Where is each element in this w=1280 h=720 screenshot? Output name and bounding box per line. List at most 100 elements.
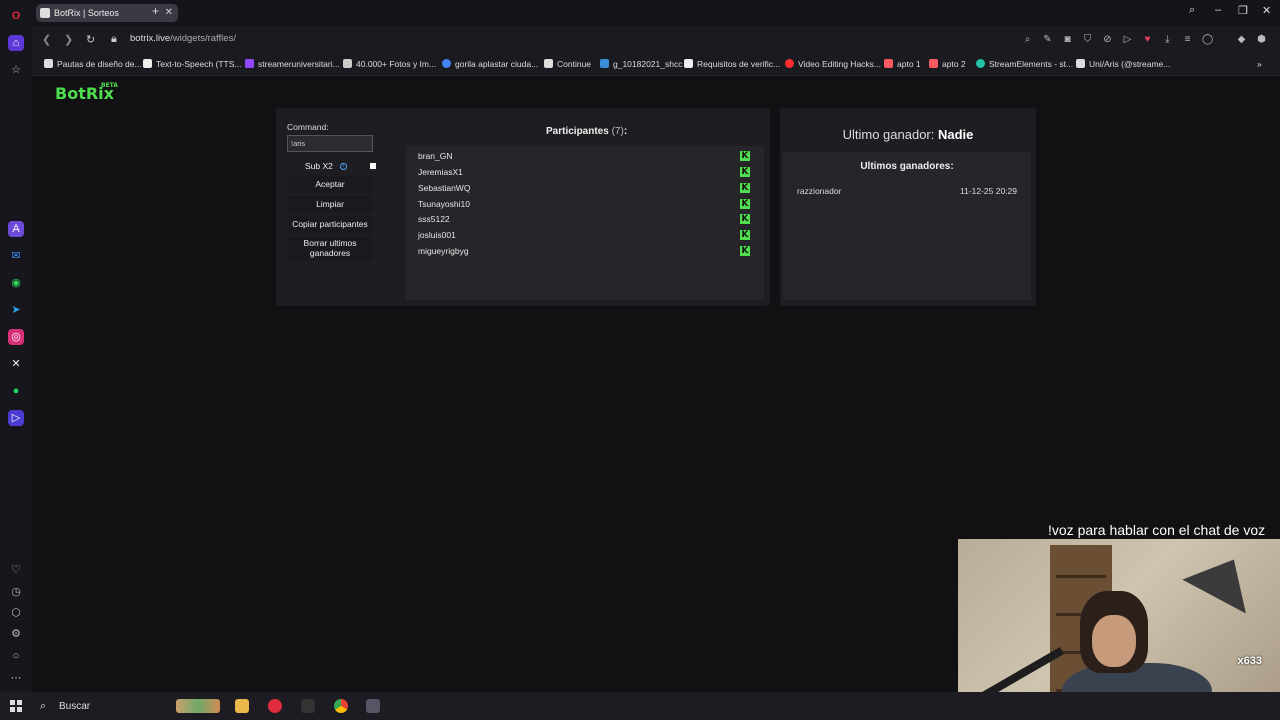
close-window-icon[interactable]: ✕	[1262, 4, 1271, 17]
telegram-icon[interactable]: ➤	[8, 302, 24, 318]
app-icon[interactable]	[301, 699, 315, 713]
wallet-icon[interactable]: ◆	[1236, 34, 1247, 45]
bookmark-item[interactable]: Text-to-Speech (TTS...	[143, 59, 242, 69]
tab-title: BotRix | Sorteos	[54, 8, 119, 18]
bookmark-item[interactable]: Pautas de diseño de...	[44, 59, 142, 69]
spotify-icon[interactable]: ●	[8, 383, 24, 399]
new-tab-button[interactable]: +	[152, 4, 159, 18]
play-icon[interactable]: ▷	[1122, 34, 1133, 45]
accept-button[interactable]: Aceptar	[287, 176, 373, 193]
participants-count: (7)	[611, 126, 624, 137]
search-icon[interactable]: ⌕	[1022, 34, 1033, 45]
airbnb-icon	[884, 59, 893, 68]
cube-icon[interactable]: ⬢	[1256, 34, 1267, 45]
vpn-icon[interactable]: ⊘	[1102, 34, 1113, 45]
winner-date: 11-12-25 20:29	[959, 186, 1017, 196]
settings-gear-icon[interactable]: ⚙	[8, 626, 24, 642]
participant-name: bran_GN	[418, 151, 453, 161]
copy-participants-button[interactable]: Copiar participantes	[287, 216, 373, 233]
url-host: botrix.live	[130, 33, 171, 44]
windows-start-icon[interactable]	[10, 700, 22, 712]
close-tab-icon[interactable]: ✕	[165, 4, 173, 22]
url-field[interactable]: botrix.live/widgets/raffles/	[130, 33, 236, 44]
opera-logo-icon[interactable]: O	[8, 8, 24, 24]
shield-icon[interactable]: ⛉	[1082, 34, 1093, 45]
document-icon	[544, 59, 553, 68]
emote-badge: x633	[1237, 655, 1262, 667]
star-icon[interactable]: ☆	[8, 62, 24, 78]
photos-icon	[343, 59, 352, 68]
taskbar-search[interactable]: Buscar	[59, 701, 90, 712]
participant-name: Tsunayoshi10	[418, 199, 470, 209]
bookmark-item[interactable]: apto 2	[929, 59, 966, 69]
x-twitter-icon[interactable]: ✕	[8, 356, 24, 372]
instagram-icon[interactable]: ◎	[8, 329, 24, 345]
beta-badge: BETA	[101, 82, 118, 89]
kick-icon: K	[740, 230, 750, 240]
participant-name: JeremiasX1	[418, 167, 463, 177]
lightbulb-icon[interactable]: ○	[8, 648, 24, 664]
participants-title: Participantes (7):	[546, 126, 628, 137]
reload-icon[interactable]: ↻	[86, 33, 95, 46]
botrix-logo[interactable]: BotRix BETA	[55, 82, 118, 103]
app-icon[interactable]	[366, 699, 380, 713]
heart-icon[interactable]: ♡	[8, 562, 24, 578]
heart-filled-icon[interactable]: ♥	[1142, 34, 1153, 45]
search-icon[interactable]: ⌕	[40, 700, 46, 713]
edit-icon[interactable]: ✎	[1042, 34, 1053, 45]
bookmark-item[interactable]: 40.000+ Fotos y Im...	[343, 59, 436, 69]
back-icon[interactable]: ❮	[42, 33, 51, 46]
info-icon[interactable]: i	[340, 163, 347, 170]
bookmark-item[interactable]: StreamElements - st...	[976, 59, 1073, 69]
bookmark-item[interactable]: g_10182021_shcc	[600, 59, 682, 69]
address-bar-row: ❮ ❯ ↻ 🔒︎ botrix.live/widgets/raffles/ ⌕ …	[32, 26, 1280, 54]
streamer-face	[1092, 615, 1136, 667]
home-icon[interactable]: ⌂	[8, 35, 24, 51]
delete-winners-button[interactable]: Borrar ultimos ganadores	[287, 237, 373, 261]
widget-image-icon[interactable]	[176, 699, 220, 713]
restore-icon[interactable]: ❐	[1238, 4, 1248, 17]
profile-icon[interactable]: ◯	[1202, 34, 1213, 45]
more-icon[interactable]: ⋯	[8, 670, 24, 686]
kick-icon: K	[740, 151, 750, 161]
clear-button[interactable]: Limpiar	[287, 196, 373, 213]
bookmark-item[interactable]: gorila aplastar ciuda...	[442, 59, 538, 69]
bookmarks-overflow-icon[interactable]: »	[1257, 59, 1262, 69]
bookmark-item[interactable]: Uni/Aris (@streame...	[1076, 59, 1170, 69]
opera-icon[interactable]	[268, 699, 282, 713]
youtube-icon	[785, 59, 794, 68]
whatsapp-icon[interactable]: ◉	[8, 275, 24, 291]
camera-icon[interactable]: ◙	[1062, 34, 1073, 45]
messenger-icon[interactable]: ✉	[8, 248, 24, 264]
tab-strip: BotRix | Sorteos ✕ + ⌕ – ❐ ✕	[32, 0, 1280, 26]
search-tabs-icon[interactable]: ⌕	[1189, 4, 1195, 17]
chrome-icon[interactable]	[334, 699, 348, 713]
participant-name: sss5122	[418, 214, 450, 224]
kick-icon: K	[740, 246, 750, 256]
document-icon	[44, 59, 53, 68]
extensions-icon[interactable]: ⬡	[8, 605, 24, 621]
bookmark-item[interactable]: Requisitos de verific...	[684, 59, 780, 69]
kick-icon: K	[740, 183, 750, 193]
command-input[interactable]	[287, 135, 373, 152]
download-icon[interactable]: ⤓	[1162, 34, 1173, 45]
bookmark-item[interactable]: Video Editing Hacks...	[785, 59, 881, 69]
minimize-icon[interactable]: –	[1215, 4, 1221, 16]
recent-winners-box: Ultimos ganadores: razzionador 11-12-25 …	[783, 152, 1031, 300]
bookmark-item[interactable]: Continue	[544, 59, 591, 69]
bookmark-item[interactable]: apto 1	[884, 59, 921, 69]
sub-x2-label: Sub X2	[305, 161, 333, 171]
url-path: /widgets/raffles/	[170, 33, 236, 44]
participant-name: SebastianWQ	[418, 183, 471, 193]
twitch-icon	[245, 59, 254, 68]
bookmark-item[interactable]: streameruniversitari...	[245, 59, 340, 69]
player-icon[interactable]: ▷	[8, 410, 24, 426]
aria-icon[interactable]: A	[8, 221, 24, 237]
history-icon[interactable]: ◷	[8, 584, 24, 600]
taskbar: ⌕ Buscar	[0, 692, 1280, 720]
menu-icon[interactable]: ≡	[1182, 34, 1193, 45]
sub-x2-checkbox[interactable]	[370, 163, 376, 169]
forward-icon[interactable]: ❯	[64, 33, 73, 46]
raffle-panel: Command: Sub X2 i Aceptar Limpiar Copiar…	[276, 108, 770, 306]
file-explorer-icon[interactable]	[235, 699, 249, 713]
